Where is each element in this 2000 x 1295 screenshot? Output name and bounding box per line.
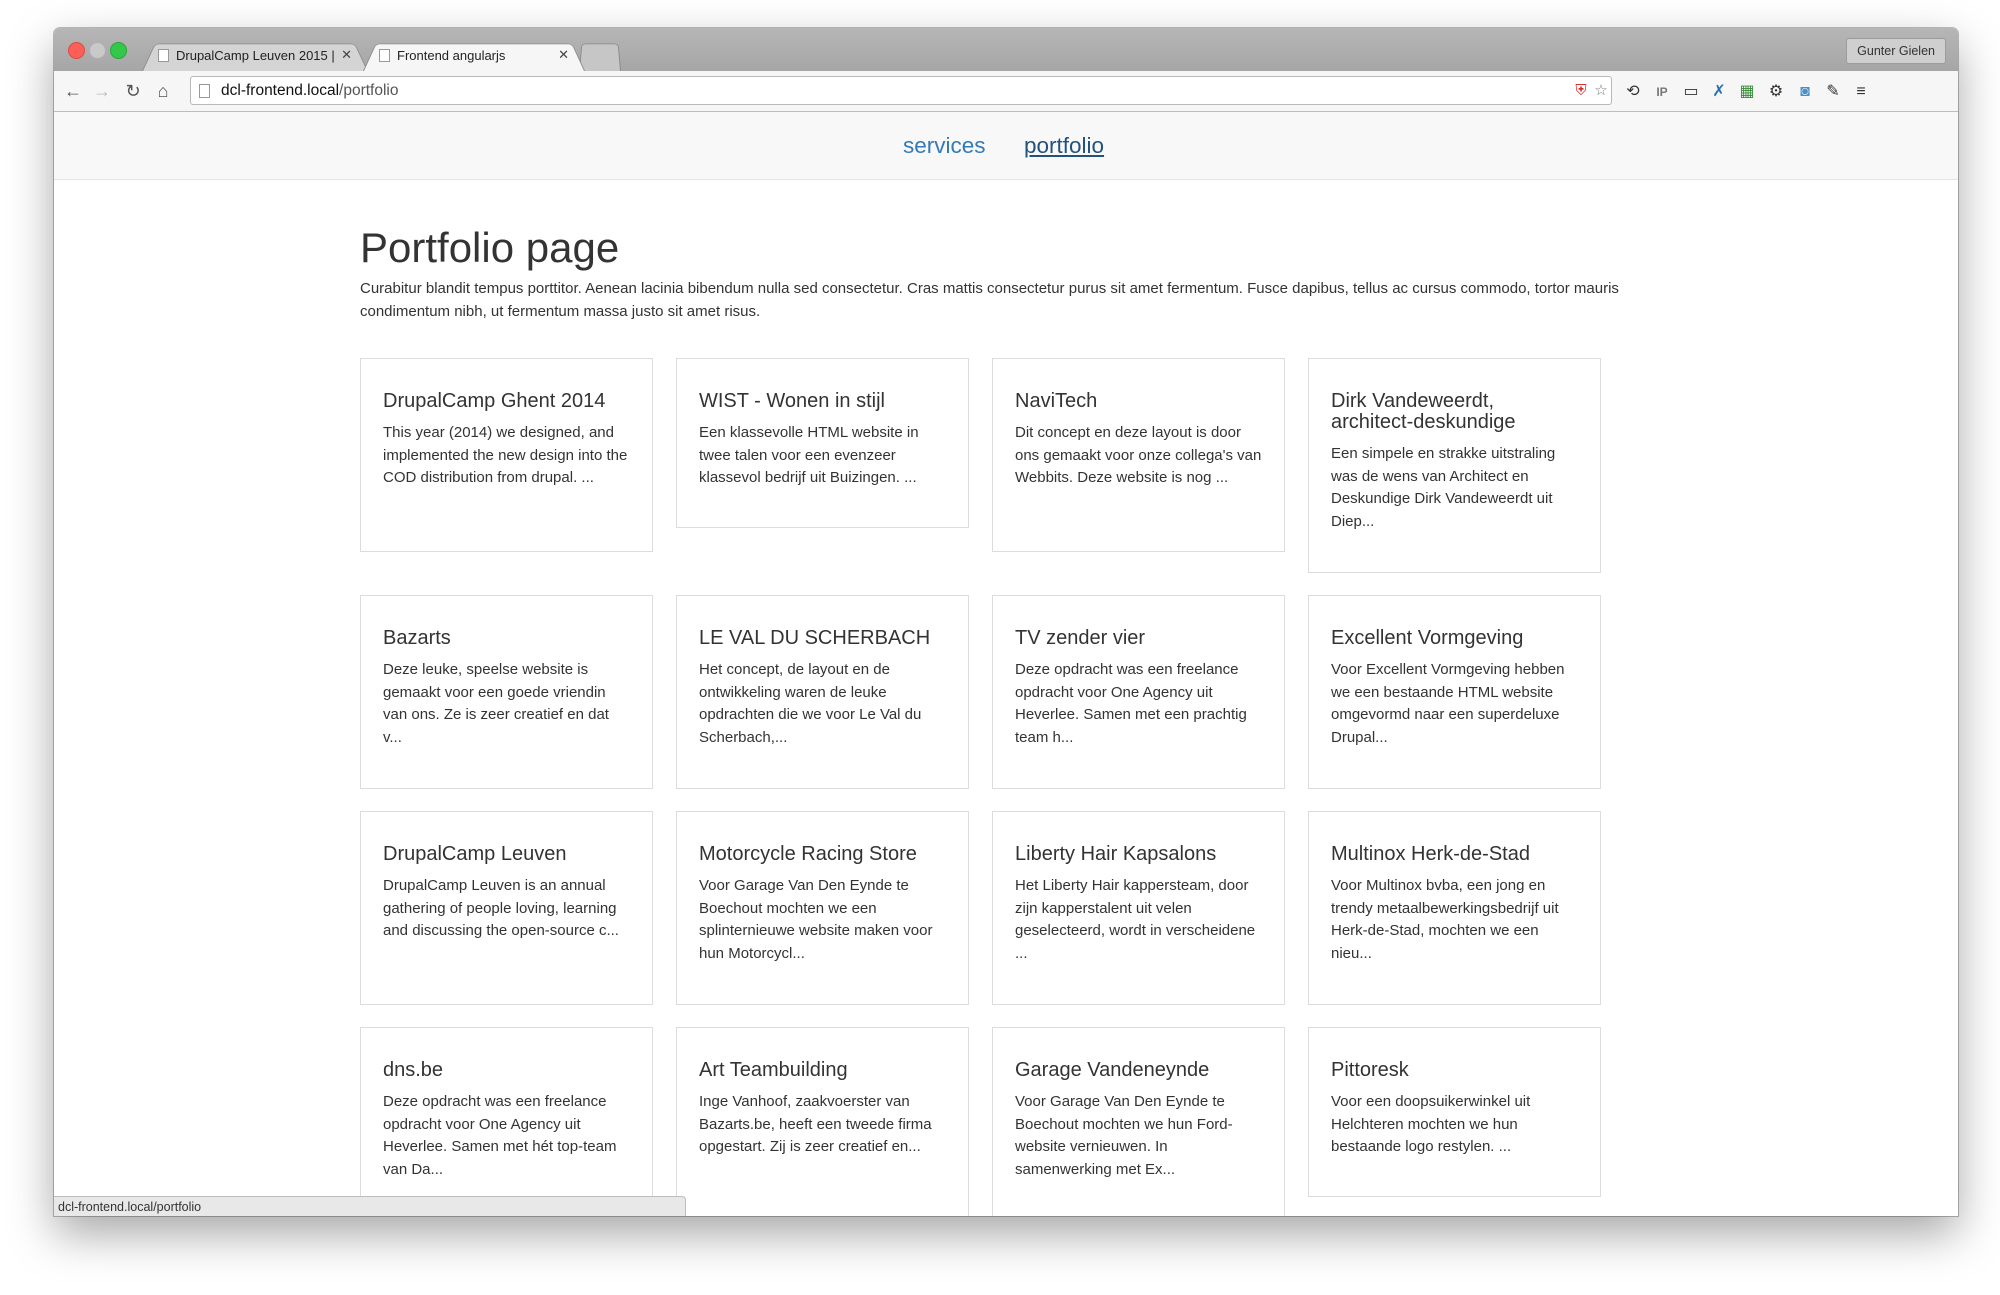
card-title[interactable]: DrupalCamp Ghent 2014 [383,391,630,412]
portfolio-card[interactable]: Garage Vandeneynde Voor Garage Van Den E… [992,1027,1285,1216]
card-text: Deze opdracht was een freelance opdracht… [383,1093,617,1178]
forward-arrow-icon[interactable]: → [91,80,113,102]
site-navbar: services portfolio [54,112,1958,180]
card-text: Een klassevolle HTML website in twee tal… [699,424,919,486]
back-arrow-icon[interactable]: ← [62,80,84,102]
card-text: Voor Garage Van Den Eynde te Boechout mo… [1015,1093,1233,1178]
portfolio-card[interactable]: DrupalCamp Leuven DrupalCamp Leuven is a… [360,811,653,1005]
gear-icon[interactable]: ⚙ [1765,81,1787,103]
portfolio-card[interactable]: WIST - Wonen in stijl Een klassevolle HT… [676,358,969,528]
card-title[interactable]: Motorcycle Racing Store [699,844,946,865]
card-title[interactable]: LE VAL DU SCHERBACH [699,628,946,649]
card-title[interactable]: TV zender vier [1015,628,1262,649]
nav-link-services[interactable]: services [903,112,986,179]
card-title[interactable]: dns.be [383,1060,630,1081]
angular-shield-icon[interactable]: ⛨ [1571,81,1591,101]
page-icon [158,48,169,62]
card-title[interactable]: Bazarts [383,628,630,649]
card-title[interactable]: WIST - Wonen in stijl [699,391,946,412]
portfolio-card[interactable]: NaviTech Dit concept en deze layout is d… [992,358,1285,552]
card-text: Voor Multinox bvba, een jong en trendy m… [1331,877,1559,962]
portfolio-card[interactable]: Motorcycle Racing Store Voor Garage Van … [676,811,969,1005]
portfolio-card[interactable]: Liberty Hair Kapsalons Het Liberty Hair … [992,811,1285,1005]
menu-icon[interactable]: ≡ [1850,81,1872,103]
close-window-button[interactable] [68,42,85,59]
profile-button[interactable]: Gunter Gielen [1846,38,1946,64]
card-title[interactable]: DrupalCamp Leuven [383,844,630,865]
card-title[interactable]: Liberty Hair Kapsalons [1015,844,1262,865]
tab-title: DrupalCamp Leuven 2015 | [176,47,335,63]
card-text: Voor een doopsuikerwinkel uit Helchteren… [1331,1093,1531,1155]
portfolio-card[interactable]: TV zender vier Deze opdracht was een fre… [992,595,1285,789]
portfolio-card[interactable]: Bazarts Deze leuke, speelse website is g… [360,595,653,789]
tab-title: Frontend angularjs [397,47,506,63]
new-tab-button[interactable] [579,39,621,71]
card-text: Het concept, de layout en de ontwikkelin… [699,661,922,746]
portfolio-card[interactable]: Pittoresk Voor een doopsuikerwinkel uit … [1308,1027,1601,1197]
close-icon[interactable]: ✕ [341,47,352,63]
extension-icon[interactable]: ✗ [1708,81,1730,103]
url-path: /portfolio [339,82,399,99]
card-text: Inge Vanhoof, zaakvoerster van Bazarts.b… [699,1093,932,1155]
nav-link-portfolio[interactable]: portfolio [1024,112,1104,179]
card-title[interactable]: Multinox Herk-de-Stad [1331,844,1578,865]
page-icon [379,48,390,62]
title-bar: DrupalCamp Leuven 2015 | ✕ Frontend angu… [54,28,1958,72]
card-title[interactable]: Art Teambuilding [699,1060,946,1081]
card-text: Een simpele en strakke uitstraling was d… [1331,445,1556,530]
card-title[interactable]: Dirk Vandeweerdt, architect-deskundige [1331,391,1578,433]
url-host: dcl-frontend.local [221,82,340,99]
reload-icon[interactable]: ↻ [122,80,144,102]
card-text: Deze opdracht was een freelance opdracht… [1015,661,1247,746]
portfolio-card[interactable]: LE VAL DU SCHERBACH Het concept, de layo… [676,595,969,789]
portfolio-card[interactable]: Excellent Vormgeving Voor Excellent Vorm… [1308,595,1601,789]
portfolio-card[interactable]: dns.be Deze opdracht was een freelance o… [360,1027,653,1216]
card-text: Voor Garage Van Den Eynde te Boechout mo… [699,877,933,962]
card-text: Voor Excellent Vormgeving hebben we een … [1331,661,1565,746]
tab-drupalcamp-leuven[interactable]: DrupalCamp Leuven 2015 | ✕ [142,39,368,71]
card-title[interactable]: Excellent Vormgeving [1331,628,1578,649]
history-extension-icon[interactable]: ⟲ [1622,81,1644,103]
alt-extension-icon[interactable]: ▦ [1736,81,1758,103]
card-title[interactable]: Garage Vandeneynde [1015,1060,1262,1081]
browser-window: DrupalCamp Leuven 2015 | ✕ Frontend angu… [54,28,1958,1216]
address-bar[interactable]: dcl-frontend.local/portfolio ⛨ ☆ [190,76,1612,105]
card-text: This year (2014) we designed, and implem… [383,424,628,486]
bookmark-star-icon[interactable]: ☆ [1591,81,1611,101]
page-viewport: services portfolio Portfolio page Curabi… [54,112,1958,1216]
card-title[interactable]: Pittoresk [1331,1060,1578,1081]
page-title: Portfolio page [360,224,620,271]
status-bar: dcl-frontend.local/portfolio [54,1196,686,1216]
browser-toolbar: ← → ↻ ⌂ dcl-frontend.local/portfolio ⛨ ☆… [54,71,1958,112]
camera-icon[interactable]: ◙ [1794,81,1816,103]
tab-frontend-angularjs[interactable]: Frontend angularjs ✕ [363,39,585,71]
portfolio-card[interactable]: Dirk Vandeweerdt, architect-deskundige E… [1308,358,1601,573]
card-text: Deze leuke, speelse website is gemaakt v… [383,661,609,746]
card-text: DrupalCamp Leuven is an annual gathering… [383,877,619,939]
cast-icon[interactable]: ▭ [1680,81,1702,103]
home-icon[interactable]: ⌂ [152,80,174,102]
card-title[interactable]: NaviTech [1015,391,1262,412]
url-text[interactable]: dcl-frontend.local/portfolio [221,77,399,104]
ip-extension-icon[interactable]: IP [1651,81,1673,103]
close-icon[interactable]: ✕ [558,47,569,63]
minimize-window-button[interactable] [89,42,106,59]
card-text: Dit concept en deze layout is door ons g… [1015,424,1262,486]
page-icon [199,84,210,98]
portfolio-card[interactable]: DrupalCamp Ghent 2014 This year (2014) w… [360,358,653,552]
maximize-window-button[interactable] [110,42,127,59]
evernote-icon[interactable]: ✎ [1822,81,1844,103]
portfolio-card[interactable]: Multinox Herk-de-Stad Voor Multinox bvba… [1308,811,1601,1005]
card-text: Het Liberty Hair kappersteam, door zijn … [1015,877,1256,962]
page-intro: Curabitur blandit tempus porttitor. Aene… [360,280,1619,320]
portfolio-card[interactable]: Art Teambuilding Inge Vanhoof, zaakvoers… [676,1027,969,1216]
